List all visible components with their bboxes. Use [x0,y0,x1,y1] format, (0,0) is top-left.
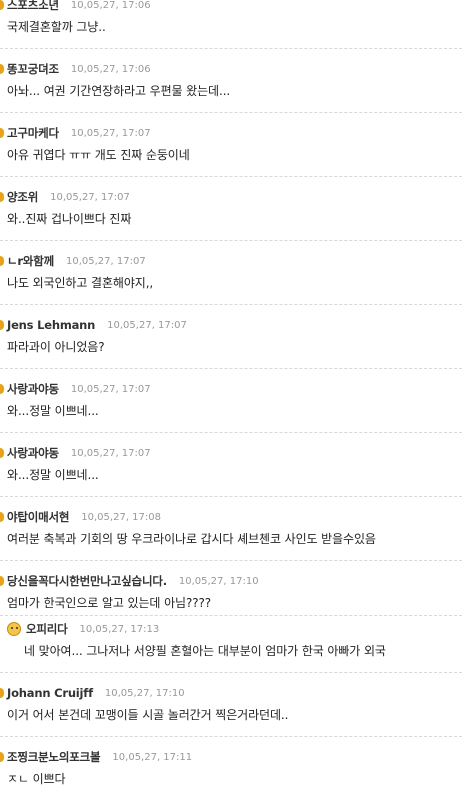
comment-meta: 사랑과야동 10,05,27, 17:07 [0,445,151,461]
comment-text: 와...정말 이쁘네... [7,404,99,418]
comment-divider [0,615,462,616]
author-bullet-icon [0,64,4,74]
comment-divider [0,672,462,673]
comment-author[interactable]: Johann Cruijff [7,686,93,700]
comment-meta: 고구마케다 10,05,27, 17:07 [0,125,151,141]
comment-text: ㅈㄴ 이쁘다 [7,772,66,786]
comment-divider [0,112,462,113]
comment-meta: 오피리다 10,05,27, 17:13 [7,621,159,637]
comment-meta: 양조위 10,05,27, 17:07 [0,189,130,205]
author-bullet-icon [0,0,4,10]
comment-divider [0,432,462,433]
author-bullet-icon [0,192,4,202]
comment-item: Johann Cruijff 10,05,27, 17:10 이거 어서 본건데 꼬… [0,672,464,742]
comment-text: 아유 귀엽다 ㅠㅠ 개도 진짜 순둥이네 [7,148,190,162]
author-bullet-icon [0,128,4,138]
comment-text: 엄마가 한국인으로 알고 있는데 아님???? [7,596,212,610]
comment-author[interactable]: 오피리다 [26,621,68,637]
comment-timestamp: 10,05,27, 17:07 [107,319,187,331]
author-bullet-icon [0,256,4,266]
comment-text: 와..진짜 겁나이쁘다 진짜 [7,212,132,226]
comment-item: 스포츠소년 10,05,27, 17:06 국제결혼할까 그냥.. [0,0,464,54]
comment-author[interactable]: 스포츠소년 [7,0,59,13]
author-bullet-icon [0,384,4,394]
comment-author[interactable]: 당신을꼭다시한번만나고싶습니다. [7,573,167,589]
comment-author[interactable]: 똥꼬궁뎌조 [7,61,59,77]
comment-meta: Johann Cruijff 10,05,27, 17:10 [0,685,185,701]
comment-item: 사랑과야동 10,05,27, 17:07 와...정말 이쁘네... [0,368,464,438]
comment-item: ㄴr와함께 10,05,27, 17:07 나도 외국인하고 결혼해야지,, [0,240,464,310]
comment-author[interactable]: 양조위 [7,189,38,205]
comment-item: 사랑과야동 10,05,27, 17:07 와...정말 이쁘네... [0,432,464,502]
comment-author[interactable]: 조찡크분노의포크볼 [7,749,101,765]
comment-author[interactable]: 사랑과야동 [7,381,59,397]
comment-author[interactable]: 사랑과야동 [7,445,59,461]
reply-comment: 오피리다 10,05,27, 17:13 네 맞아여... 그나저나 서양필 혼혈아… [0,615,464,678]
comment-meta: 야탑이매서현 10,05,27, 17:08 [0,509,161,525]
comment-timestamp: 10,05,27, 17:07 [70,447,151,459]
author-bullet-icon [0,752,4,762]
comment-timestamp: 10,05,27, 17:07 [50,191,130,203]
comment-divider [0,560,462,561]
comment-text: 와...정말 이쁘네... [7,468,99,482]
comment-timestamp: 10,05,27, 17:10 [104,687,185,699]
comment-divider [0,496,462,497]
author-bullet-icon [0,512,4,522]
comment-timestamp: 10,05,27, 17:07 [70,127,151,139]
comment-author[interactable]: 야탑이매서현 [7,509,69,525]
comment-meta: Jens Lehmann 10,05,27, 17:07 [0,317,187,333]
comment-item: 고구마케다 10,05,27, 17:07 아유 귀엽다 ㅠㅠ 개도 진짜 순둥이네 [0,112,464,182]
comment-divider [0,304,462,305]
comment-item: 똥꼬궁뎌조 10,05,27, 17:06 아놔... 여권 기간연장하라고 우편물… [0,48,464,118]
comment-text: 여러분 축복과 기회의 땅 우크라이나로 갑시다 셰브첸코 사인도 받을수있음 [7,532,376,546]
comment-item: 야탑이매서현 10,05,27, 17:08 여러분 축복과 기회의 땅 우크라이나… [0,496,464,566]
comment-timestamp: 10,05,27, 17:10 [178,575,259,587]
comment-divider [0,240,462,241]
comment-meta: 당신을꼭다시한번만나고싶습니다. 10,05,27, 17:10 [0,573,259,589]
comment-meta: 사랑과야동 10,05,27, 17:07 [0,381,151,397]
comment-timestamp: 10,05,27, 17:07 [66,255,146,267]
comment-divider [0,48,462,49]
comment-text: 네 맞아여... 그나저나 서양필 혼혈아는 대부분이 엄마가 한국 아빠가 외… [24,644,386,658]
comment-meta: ㄴr와함께 10,05,27, 17:07 [0,253,146,269]
comment-timestamp: 10,05,27, 17:06 [70,0,151,11]
comment-item: 조찡크분노의포크볼 10,05,27, 17:11 ㅈㄴ 이쁘다 [0,736,464,806]
comment-timestamp: 10,05,27, 17:07 [70,383,151,395]
author-bullet-icon [0,320,4,330]
comment-meta: 조찡크분노의포크볼 10,05,27, 17:11 [0,749,193,765]
author-bullet-icon [0,688,4,698]
comment-item: Jens Lehmann 10,05,27, 17:07 파라과이 아니었음? [0,304,464,374]
comment-meta: 스포츠소년 10,05,27, 17:06 [0,0,151,13]
comment-author[interactable]: 고구마케다 [7,125,59,141]
comment-divider [0,368,462,369]
comment-author[interactable]: ㄴr와함께 [7,253,54,269]
comment-divider [0,176,462,177]
comment-text: 아놔... 여권 기간연장하라고 우편물 왔는데... [7,84,231,98]
comment-timestamp: 10,05,27, 17:08 [81,511,161,523]
reply-avatar-icon [7,622,21,636]
comment-timestamp: 10,05,27, 17:13 [79,623,160,635]
comment-author[interactable]: Jens Lehmann [7,318,95,332]
comment-timestamp: 10,05,27, 17:11 [112,751,193,763]
author-bullet-icon [0,448,4,458]
comment-timestamp: 10,05,27, 17:06 [70,63,151,75]
comment-text: 파라과이 아니었음? [7,340,105,354]
comment-meta: 똥꼬궁뎌조 10,05,27, 17:06 [0,61,151,77]
author-bullet-icon [0,576,4,586]
comment-divider [0,736,462,737]
comment-item: 양조위 10,05,27, 17:07 와..진짜 겁나이쁘다 진짜 [0,176,464,246]
comment-text: 이거 어서 본건데 꼬맹이들 시골 놀러간거 찍은거라던데.. [7,708,289,722]
comment-text: 나도 외국인하고 결혼해야지,, [7,276,154,290]
comment-text: 국제결혼할까 그냥.. [7,20,106,34]
